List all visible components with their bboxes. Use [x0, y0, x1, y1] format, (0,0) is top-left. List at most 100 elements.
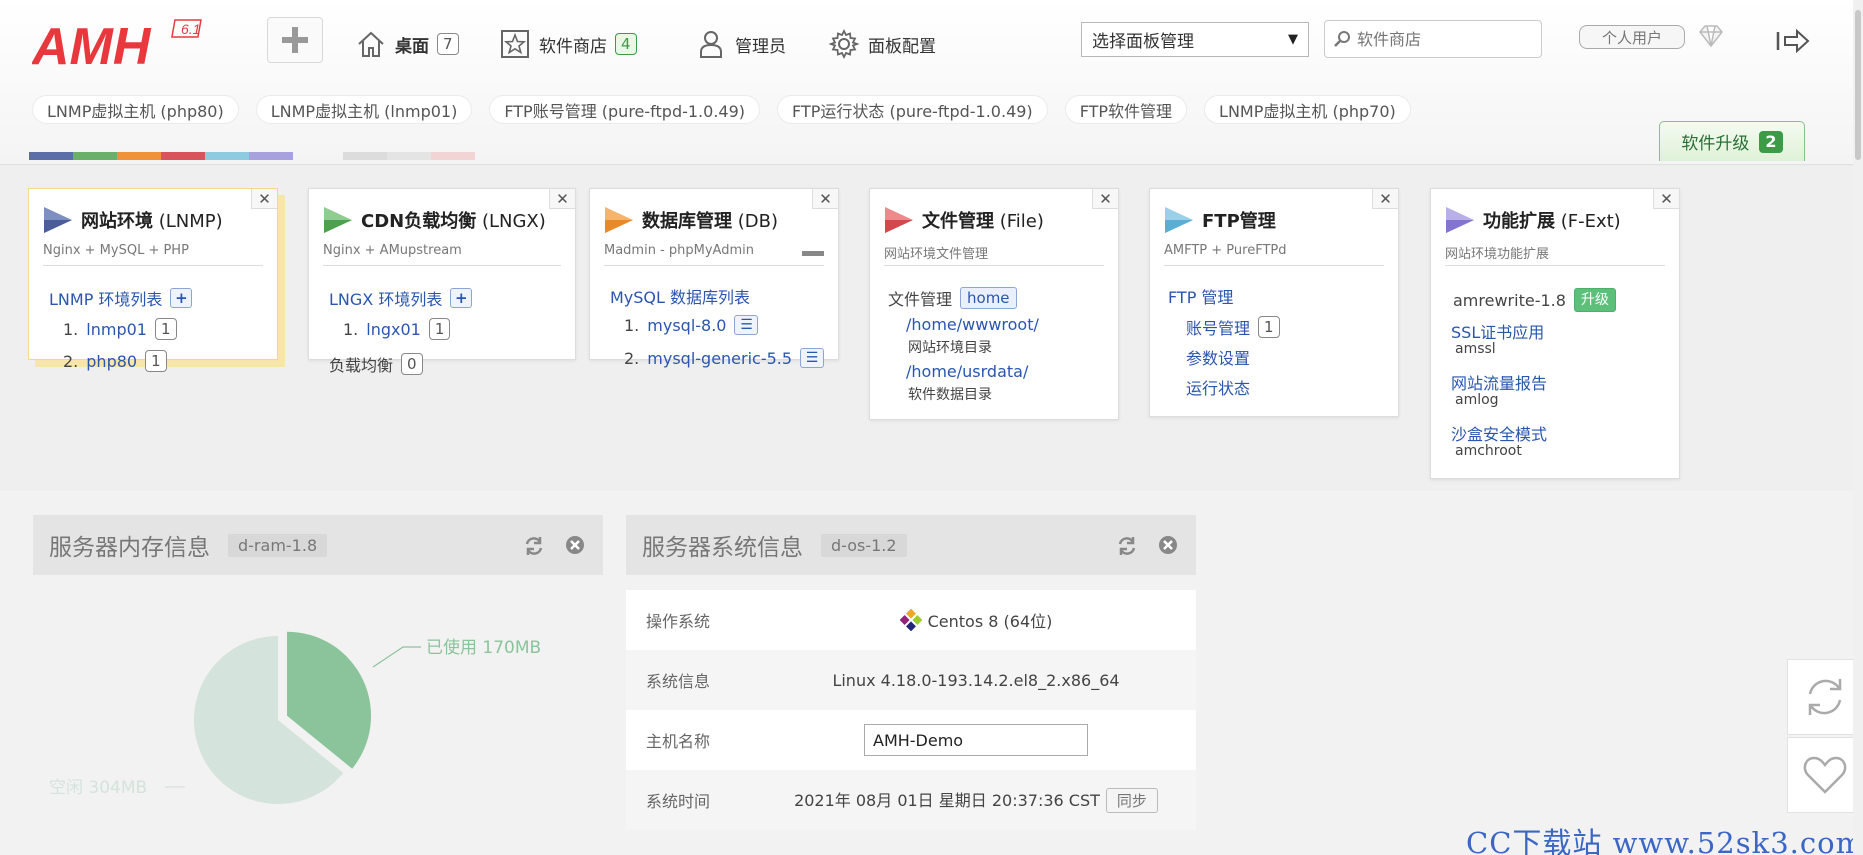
- ftp-account-link[interactable]: 账号管理 1: [1186, 315, 1280, 339]
- card-title[interactable]: 数据库管理 (DB): [642, 207, 778, 233]
- card-title[interactable]: 功能扩展 (F-Ext): [1483, 207, 1621, 233]
- divider: [884, 265, 1104, 266]
- path-link[interactable]: /home/usrdata/: [906, 362, 1028, 381]
- card-title[interactable]: 网站环境 (LNMP): [81, 207, 223, 233]
- ext-item[interactable]: SSL证书应用: [1451, 319, 1544, 343]
- path-link[interactable]: /home/wwwroot/: [906, 315, 1039, 334]
- count-badge: 0: [401, 353, 423, 375]
- lngx-env-list[interactable]: LNGX 环境列表 +: [329, 286, 473, 310]
- file-manager-link[interactable]: 文件管理 home: [888, 286, 1017, 310]
- ftp-module-icon: [1165, 207, 1193, 233]
- add-desktop-button[interactable]: [267, 17, 323, 63]
- amh-logo[interactable]: AMH 6.1: [32, 14, 242, 74]
- close-icon[interactable]: [1158, 535, 1178, 555]
- store-search[interactable]: [1324, 20, 1542, 58]
- refresh-icon[interactable]: [523, 535, 545, 557]
- pie-label-used: 已使用 170MB: [426, 637, 541, 658]
- nav-store-label: 软件商店: [539, 36, 607, 57]
- add-lngx-button[interactable]: +: [450, 288, 473, 308]
- scrollbar-thumb[interactable]: [1855, 10, 1861, 160]
- side-refresh-button[interactable]: [1787, 659, 1863, 735]
- ext-item[interactable]: 沙盒安全模式: [1451, 421, 1547, 445]
- site-watermark: CC下载站 www.52sk3.com: [1466, 826, 1863, 855]
- list-item[interactable]: 1. lngx01 1: [343, 318, 451, 340]
- row-key: 操作系统: [646, 612, 711, 631]
- list-item[interactable]: 2. php80 1: [63, 350, 167, 372]
- centos-icon: [899, 608, 922, 632]
- logout-icon[interactable]: [1775, 26, 1811, 56]
- nav-admin[interactable]: 管理员: [695, 26, 786, 62]
- nav-admin-label: 管理员: [735, 36, 786, 57]
- theme-swatch[interactable]: [161, 152, 205, 160]
- list-item[interactable]: 1. mysql-8.0 ☰: [624, 315, 759, 335]
- side-favorite-button[interactable]: [1787, 737, 1863, 813]
- quick-tab[interactable]: FTP软件管理: [1064, 95, 1188, 124]
- module-card-file: ✕ 文件管理 (File) 网站环境文件管理 文件管理 home /home/ww…: [869, 188, 1119, 420]
- card-subtitle: Madmin - phpMyAdmin: [604, 243, 754, 258]
- card-title[interactable]: CDN负载均衡 (LNGX): [361, 207, 546, 233]
- close-icon[interactable]: ✕: [251, 189, 277, 209]
- card-title[interactable]: 文件管理 (File): [922, 207, 1044, 233]
- quick-tab[interactable]: LNMP虚拟主机 (php80): [32, 95, 239, 124]
- ftp-status-link[interactable]: 运行状态: [1186, 375, 1250, 399]
- divider: [43, 265, 263, 266]
- theme-swatch[interactable]: [73, 152, 117, 160]
- close-icon[interactable]: ✕: [549, 189, 575, 209]
- diamond-icon[interactable]: [1698, 24, 1724, 48]
- card-title[interactable]: FTP管理: [1202, 207, 1276, 233]
- panel-select[interactable]: 选择面板管理 ▼: [1081, 22, 1309, 57]
- refresh-icon[interactable]: [1116, 535, 1138, 557]
- ftp-settings-link[interactable]: 参数设置: [1186, 345, 1250, 369]
- add-lnmp-button[interactable]: +: [170, 288, 193, 308]
- nav-panel-config[interactable]: 面板配置: [828, 26, 936, 62]
- row-key: 系统信息: [646, 672, 711, 691]
- load-balance-link[interactable]: 负载均衡 0: [329, 352, 423, 376]
- user-icon: [700, 31, 722, 58]
- sync-time-button[interactable]: 同步: [1105, 788, 1158, 813]
- nav-desktop[interactable]: 桌面 7: [355, 26, 459, 62]
- ftp-manage-link[interactable]: FTP 管理: [1168, 284, 1233, 308]
- theme-color-bar: [29, 152, 475, 160]
- close-icon[interactable]: ✕: [1653, 189, 1679, 209]
- quick-tab[interactable]: LNMP虚拟主机 (lnmp01): [255, 95, 473, 124]
- close-icon[interactable]: [565, 535, 585, 555]
- theme-swatch[interactable]: [117, 152, 161, 160]
- mysql-db-list[interactable]: MySQL 数据库列表: [610, 284, 750, 308]
- upgrade-button[interactable]: 升级: [1573, 288, 1616, 312]
- list-item[interactable]: 1. lnmp01 1: [63, 318, 177, 340]
- memory-pie-chart: 已使用 170MB 空闲 304MB: [49, 631, 541, 804]
- scrollbar[interactable]: [1853, 0, 1863, 855]
- lngx-module-icon: [324, 207, 352, 233]
- theme-swatch[interactable]: [249, 152, 293, 160]
- home-button[interactable]: home: [960, 287, 1017, 309]
- list-item[interactable]: 2. mysql-generic-5.5 ☰: [624, 348, 825, 368]
- close-icon[interactable]: ✕: [1092, 189, 1118, 209]
- menu-icon[interactable]: ☰: [800, 348, 825, 368]
- menu-icon[interactable]: ☰: [734, 315, 759, 335]
- theme-swatch[interactable]: [29, 152, 73, 160]
- theme-swatch[interactable]: [431, 152, 475, 160]
- logo-text: AMH: [32, 18, 152, 74]
- ext-item[interactable]: amrewrite-1.8 升级: [1453, 288, 1616, 312]
- widget-header: 服务器系统信息 d-os-1.2: [626, 515, 1196, 575]
- theme-swatch[interactable]: [205, 152, 249, 160]
- row-value: 2021年 08月 01日 星期日 20:37:36 CST 同步: [776, 787, 1176, 813]
- nav-software-store[interactable]: 软件商店 4: [499, 26, 637, 62]
- ext-item[interactable]: 网站流量报告: [1451, 370, 1547, 394]
- close-icon[interactable]: ✕: [812, 189, 838, 209]
- pie-label-free: 空闲 304MB: [49, 778, 147, 798]
- logo-version: 6.1: [181, 21, 200, 37]
- theme-swatch[interactable]: [343, 152, 387, 160]
- theme-swatch[interactable]: [387, 152, 431, 160]
- search-input[interactable]: [1357, 29, 1527, 49]
- quick-tab[interactable]: FTP运行状态 (pure-ftpd-1.0.49): [777, 95, 1048, 124]
- personal-user-button[interactable]: 个人用户: [1579, 25, 1685, 49]
- quick-tab[interactable]: LNMP虚拟主机 (php70): [1204, 95, 1411, 124]
- quick-tab[interactable]: FTP账号管理 (pure-ftpd-1.0.49): [489, 95, 761, 124]
- close-icon[interactable]: ✕: [1372, 189, 1398, 209]
- minimize-icon[interactable]: [802, 251, 824, 256]
- hostname-input[interactable]: [864, 724, 1088, 756]
- software-upgrade-tab[interactable]: 软件升级 2: [1659, 121, 1805, 161]
- nav-config-label: 面板配置: [868, 36, 936, 57]
- lnmp-env-list[interactable]: LNMP 环境列表 +: [49, 286, 193, 310]
